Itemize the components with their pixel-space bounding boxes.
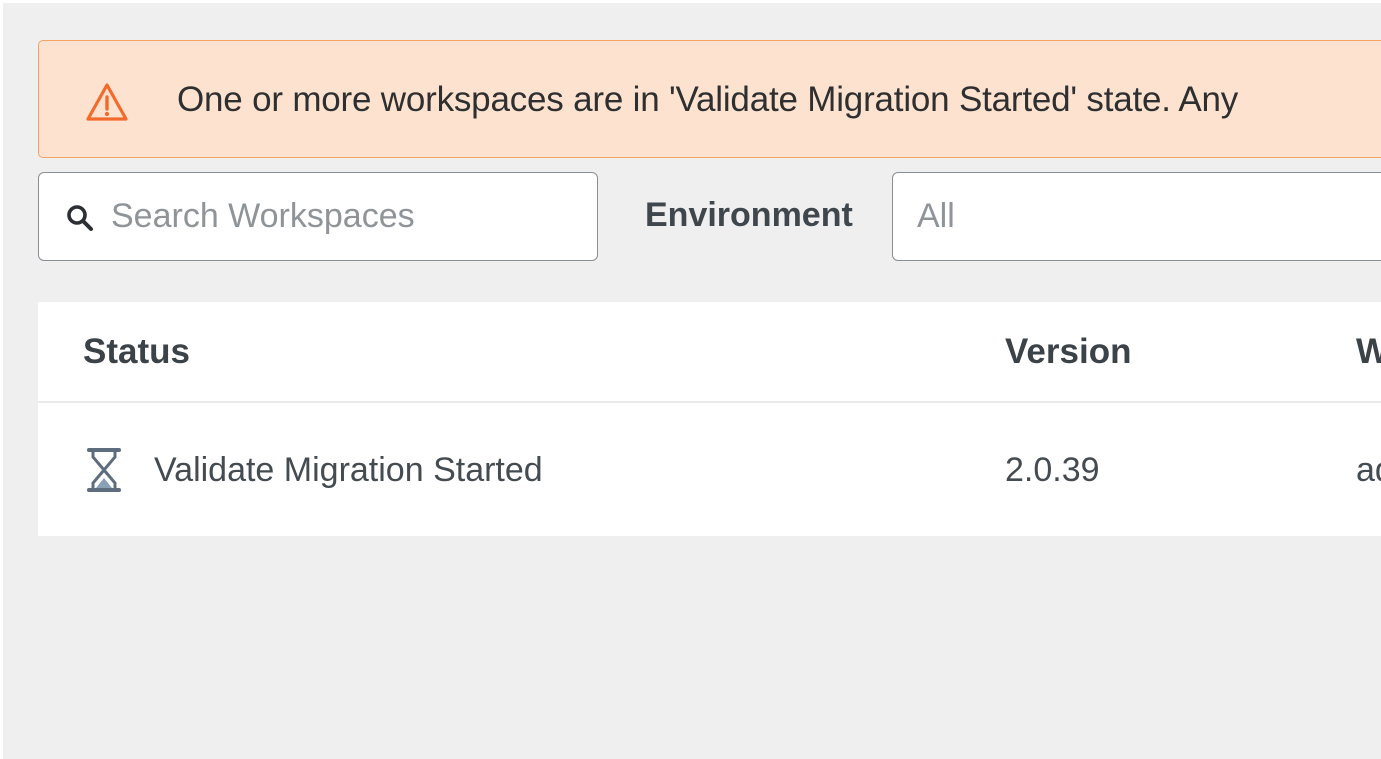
search-input[interactable]	[111, 191, 581, 241]
environment-selected-value: All	[917, 197, 955, 235]
environment-label: Environment	[645, 196, 853, 234]
search-workspaces-field[interactable]	[38, 172, 598, 261]
table-row[interactable]: Validate Migration Started 2.0.39 ad	[38, 403, 1381, 536]
search-icon	[65, 203, 95, 233]
column-header-workspace[interactable]: W	[1356, 330, 1381, 374]
status-text: Validate Migration Started	[154, 451, 543, 489]
workspace-link[interactable]: ad	[1356, 448, 1381, 492]
hourglass-icon	[85, 447, 123, 493]
table-header-row: Status Version W	[38, 302, 1381, 403]
top-edge	[0, 0, 1381, 3]
left-edge	[0, 0, 3, 759]
warning-triangle-icon	[85, 82, 129, 122]
environment-select[interactable]: All	[892, 172, 1381, 261]
column-header-status[interactable]: Status	[83, 330, 190, 374]
warning-banner: One or more workspaces are in 'Validate …	[38, 40, 1381, 158]
warning-message: One or more workspaces are in 'Validate …	[177, 80, 1239, 119]
column-header-version[interactable]: Version	[1005, 330, 1131, 374]
version-text: 2.0.39	[1005, 451, 1100, 489]
workspaces-page: One or more workspaces are in 'Validate …	[0, 0, 1381, 759]
workspaces-table: Status Version W Validate Migration Star…	[38, 302, 1381, 536]
